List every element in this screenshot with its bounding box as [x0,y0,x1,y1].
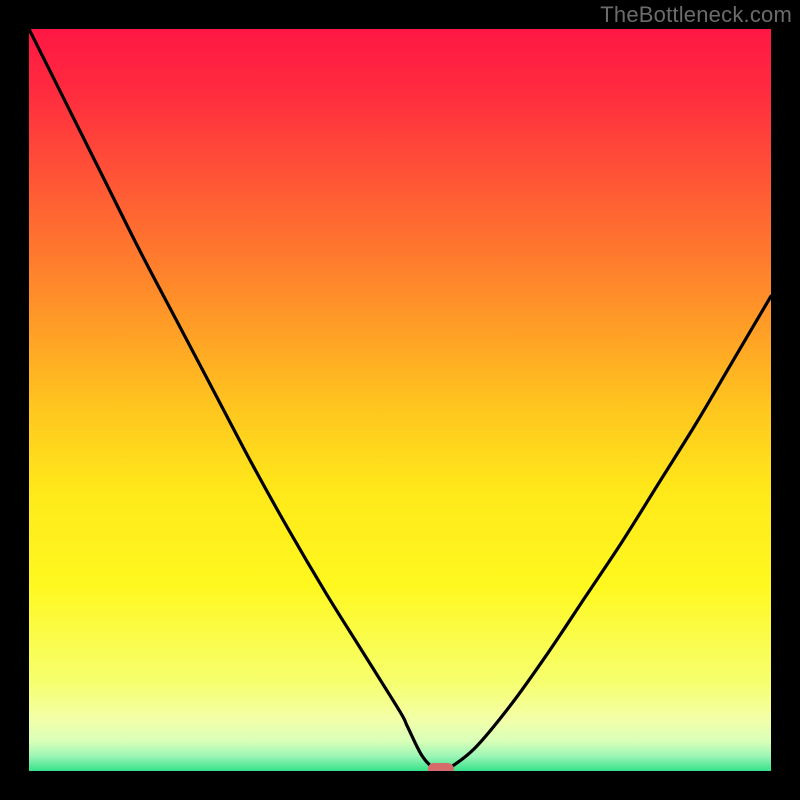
watermark-text: TheBottleneck.com [600,2,792,28]
bottleneck-chart [29,29,771,771]
gradient-background [29,29,771,771]
optimal-marker [428,763,454,771]
chart-frame: TheBottleneck.com [0,0,800,800]
plot-area [29,29,771,771]
